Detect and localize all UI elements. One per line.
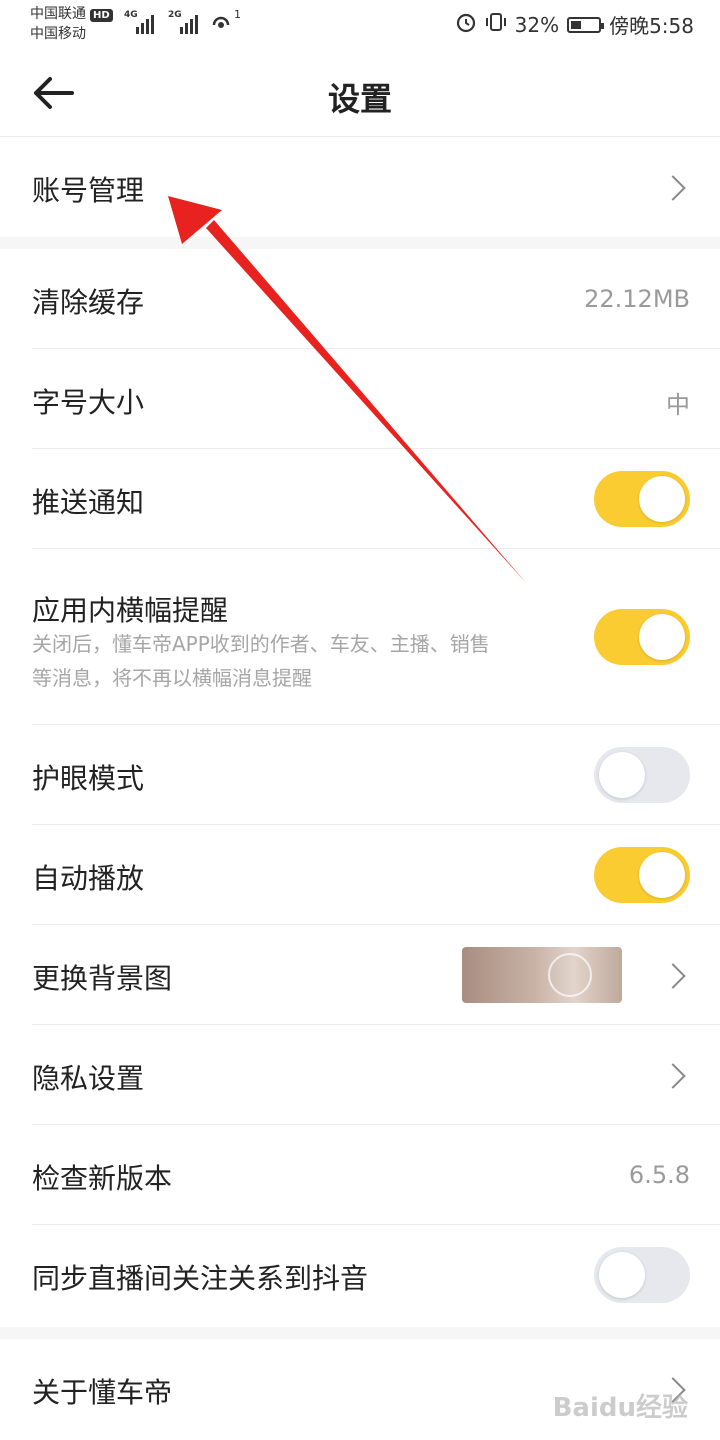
hd-badge: HD <box>90 9 113 22</box>
autoplay-label: 自动播放 <box>32 862 145 895</box>
about-label: 关于懂车帝 <box>32 1376 173 1409</box>
sync-douyin-label: 同步直播间关注关系到抖音 <box>32 1262 369 1295</box>
banner-label: 应用内横幅提醒 <box>32 594 229 627</box>
status-bar: 中国联通 HD 中国移动 4G 2G 1 32% 傍晚5:58 <box>0 0 720 50</box>
font-size-label: 字号大小 <box>32 386 145 419</box>
settings-item-eye-mode: 护眼模式 <box>0 725 720 825</box>
section-divider <box>0 237 720 249</box>
alarm-icon <box>455 11 477 38</box>
background-thumbnail <box>462 947 622 1003</box>
battery-percent: 32% <box>514 12 560 37</box>
privacy-label: 隐私设置 <box>32 1062 145 1095</box>
settings-item-privacy[interactable]: 隐私设置 <box>0 1025 720 1125</box>
account-label: 账号管理 <box>32 174 145 207</box>
banner-desc-line1: 关闭后，懂车帝APP收到的作者、车友、主播、销售 <box>32 632 490 656</box>
banner-toggle[interactable] <box>594 609 690 665</box>
check-version-label: 检查新版本 <box>32 1162 173 1195</box>
wifi-hotspot-icon <box>210 12 232 34</box>
push-toggle[interactable] <box>594 471 690 527</box>
cache-size-value: 22.12MB <box>584 285 690 313</box>
settings-item-autoplay: 自动播放 <box>0 825 720 925</box>
font-size-value: 中 <box>666 391 690 419</box>
settings-item-clear-cache[interactable]: 清除缓存 22.12MB <box>0 249 720 349</box>
status-right: 32% 傍晚5:58 <box>455 10 694 39</box>
section-divider <box>0 1327 720 1339</box>
nav-header: 设置 <box>0 50 720 137</box>
settings-item-account[interactable]: 账号管理 <box>0 137 720 237</box>
battery-icon <box>567 16 605 33</box>
settings-item-background[interactable]: 更换背景图 <box>0 925 720 1025</box>
chevron-right-icon <box>660 963 686 989</box>
carrier-info: 中国联通 HD 中国移动 <box>30 4 113 44</box>
watermark: Baidu经验 <box>552 1393 688 1423</box>
carrier-2: 中国移动 <box>30 26 86 42</box>
eye-mode-label: 护眼模式 <box>32 762 145 795</box>
vibrate-icon <box>485 11 507 38</box>
version-value: 6.5.8 <box>628 1161 690 1189</box>
sync-douyin-toggle[interactable] <box>594 1247 690 1303</box>
eye-mode-toggle[interactable] <box>594 747 690 803</box>
autoplay-toggle[interactable] <box>594 847 690 903</box>
chevron-right-icon <box>660 175 686 201</box>
banner-desc-line2: 等消息，将不再以横幅消息提醒 <box>32 666 312 690</box>
settings-item-push: 推送通知 <box>0 449 720 549</box>
settings-item-check-version[interactable]: 检查新版本 6.5.8 <box>0 1125 720 1225</box>
settings-item-font-size[interactable]: 字号大小 中 <box>0 349 720 449</box>
banner-description: 关闭后，懂车帝APP收到的作者、车友、主播、销售 等消息，将不再以横幅消息提醒 <box>32 627 592 695</box>
push-label: 推送通知 <box>32 486 145 519</box>
settings-item-sync-douyin: 同步直播间关注关系到抖音 <box>0 1225 720 1327</box>
page-title: 设置 <box>327 80 392 118</box>
carrier-1: 中国联通 <box>30 6 86 22</box>
background-label: 更换背景图 <box>32 962 173 995</box>
clear-cache-label: 清除缓存 <box>32 286 145 319</box>
time: 傍晚5:58 <box>609 14 694 38</box>
chevron-right-icon <box>660 1063 686 1089</box>
hotspot-count: 1 <box>234 8 241 21</box>
settings-item-banner: 应用内横幅提醒 关闭后，懂车帝APP收到的作者、车友、主播、销售 等消息，将不再… <box>0 549 720 725</box>
